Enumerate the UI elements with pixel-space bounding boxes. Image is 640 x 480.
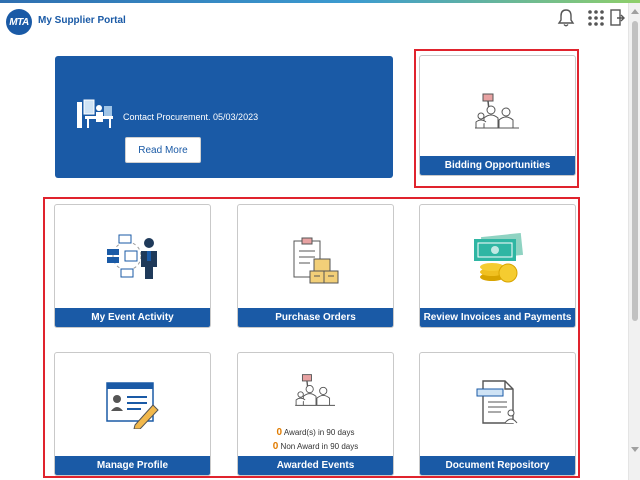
banner-message: Contact Procurement. 05/03/2023 [123, 112, 259, 122]
scroll-up-arrow-icon[interactable] [631, 9, 639, 14]
highlight-box-tiles [43, 197, 580, 478]
exit-icon[interactable] [608, 7, 626, 29]
mta-logo[interactable]: MTA [6, 9, 32, 35]
announcement-banner: Contact Procurement. 05/03/2023 Read Mor… [55, 56, 393, 178]
scroll-thumb[interactable] [632, 21, 638, 321]
office-illustration-icon [75, 96, 115, 137]
read-more-button[interactable]: Read More [125, 137, 201, 163]
scroll-down-arrow-icon[interactable] [631, 447, 639, 452]
scrollbar[interactable] [628, 3, 640, 480]
grid-icon[interactable] [585, 7, 607, 29]
highlight-box-bidding [414, 49, 579, 188]
bell-icon[interactable] [555, 7, 577, 29]
portal-title[interactable]: My Supplier Portal [38, 15, 126, 26]
header: MTA My Supplier Portal [0, 3, 628, 37]
